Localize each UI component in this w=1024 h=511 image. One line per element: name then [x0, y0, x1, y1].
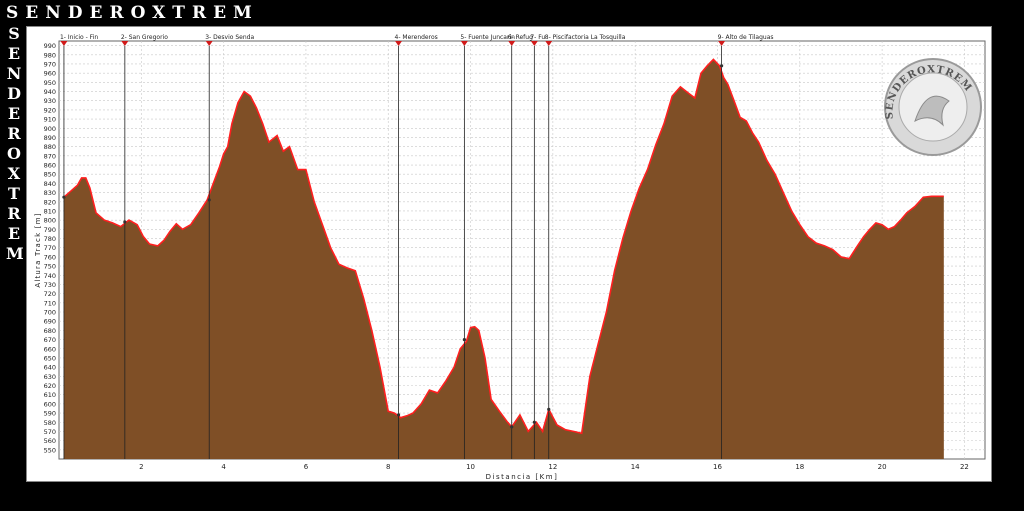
y-tick-label: 780	[44, 235, 56, 243]
y-tick-label: 840	[44, 180, 56, 188]
y-tick-label: 810	[44, 207, 56, 215]
y-tick-label: 600	[44, 400, 56, 408]
x-tick-label: 6	[304, 463, 309, 471]
brand-vertical-letter: S	[8, 24, 20, 43]
x-tick-label: 8	[386, 463, 390, 471]
y-tick-label: 960	[44, 70, 56, 78]
x-tick-label: 12	[548, 463, 557, 471]
y-tick-label: 900	[44, 125, 56, 133]
y-tick-label: 910	[44, 116, 56, 124]
y-tick-label: 770	[44, 244, 56, 252]
waypoint-label: 3- Desvio Senda	[205, 34, 254, 41]
waypoint-label: 6- Refug	[508, 34, 533, 41]
brand-vertical-letter: E	[7, 44, 21, 63]
brand-vertical-letter: M	[6, 244, 24, 263]
waypoint-label: 9- Alto de Tilaguas	[718, 34, 774, 41]
y-tick-label: 710	[44, 299, 56, 307]
y-tick-label: 620	[44, 382, 56, 390]
y-tick-label: 630	[44, 373, 56, 381]
y-tick-label: 940	[44, 88, 56, 96]
brand-vertical-letter: N	[6, 64, 22, 83]
y-tick-label: 880	[44, 143, 56, 151]
y-axis-label: Altura Track [m]	[34, 212, 42, 287]
y-tick-label: 950	[44, 79, 56, 87]
y-tick-label: 890	[44, 134, 56, 142]
y-tick-label: 740	[44, 272, 56, 280]
waypoint-label: 4- Merenderos	[395, 34, 438, 41]
waypoint-point	[510, 425, 514, 429]
x-axis-label: Distancia [Km]	[486, 473, 559, 481]
brand-vertical: SENDEROXTREM	[6, 24, 24, 264]
y-tick-label: 680	[44, 327, 56, 335]
waypoint-label: 1- Inicio - Fin	[60, 34, 98, 41]
y-tick-label: 850	[44, 171, 56, 179]
waypoint-point	[207, 198, 211, 202]
y-tick-label: 920	[44, 106, 56, 114]
brand-title: SENDEROXTREM	[6, 3, 259, 23]
y-tick-label: 700	[44, 309, 56, 317]
elevation-chart: 5505605705805906006106206306406506606706…	[34, 34, 986, 481]
waypoint-point	[547, 407, 551, 411]
y-tick-label: 930	[44, 97, 56, 105]
waypoint-point	[62, 195, 66, 199]
x-tick-label: 4	[221, 463, 226, 471]
waypoint-point	[720, 64, 724, 68]
y-tick-label: 720	[44, 290, 56, 298]
y-tick-label: 750	[44, 263, 56, 271]
waypoint-point	[396, 413, 401, 417]
y-tick-label: 760	[44, 253, 56, 261]
y-tick-label: 870	[44, 152, 56, 160]
y-tick-label: 730	[44, 281, 56, 289]
brand-vertical-letter: R	[7, 204, 21, 223]
chart-panel: 550 560 570 580 590 600 610 620 630 640 650 660 670 6…	[26, 26, 992, 482]
y-tick-label: 830	[44, 189, 56, 197]
y-tick-label: 640	[44, 364, 56, 372]
waypoint-point	[532, 420, 536, 424]
x-tick-label: 2	[139, 463, 143, 471]
brand-vertical-letter: D	[7, 84, 21, 103]
y-tick-label: 990	[44, 42, 56, 50]
brand-vertical-letter: E	[7, 104, 21, 123]
brand-vertical-letter: T	[8, 184, 20, 203]
waypoint-label: 8- Piscifactoria La Tosquilla	[545, 34, 626, 41]
y-tick-label: 550	[44, 446, 56, 454]
waypoint-label: 2- San Gregorio	[121, 34, 168, 41]
y-tick-label: 800	[44, 217, 56, 225]
x-tick-label: 18	[795, 463, 804, 471]
y-tick-label: 820	[44, 198, 56, 206]
y-tick-label: 590	[44, 410, 56, 418]
y-tick-label: 690	[44, 318, 56, 326]
x-tick-label: 20	[878, 463, 887, 471]
waypoint-point	[462, 337, 466, 342]
waypoint-label: 7- Fu	[530, 34, 545, 41]
y-tick-label: 580	[44, 419, 56, 427]
x-tick-label: 16	[713, 463, 722, 471]
y-tick-label: 860	[44, 162, 56, 170]
y-tick-label: 790	[44, 226, 56, 234]
app-frame: SENDEROXTREM SENDEROXTREM 550 560 570 580 59…	[0, 0, 1024, 511]
y-tick-label: 980	[44, 51, 56, 59]
brand-vertical-letter: R	[7, 124, 21, 143]
y-tick-label: 660	[44, 345, 56, 353]
y-tick-label: 650	[44, 354, 56, 362]
y-tick-label: 610	[44, 391, 56, 399]
y-tick-label: 570	[44, 428, 56, 436]
x-tick-label: 14	[631, 463, 640, 471]
brand-vertical-letter: E	[7, 224, 21, 243]
x-tick-label: 22	[960, 463, 969, 471]
y-tick-label: 560	[44, 437, 56, 445]
y-tick-label: 970	[44, 60, 56, 68]
brand-vertical-letter: O	[7, 144, 21, 163]
y-tick-label: 670	[44, 336, 56, 344]
x-tick-label: 10	[466, 463, 475, 471]
waypoint-point	[123, 220, 127, 224]
brand-vertical-letter: X	[7, 164, 21, 183]
